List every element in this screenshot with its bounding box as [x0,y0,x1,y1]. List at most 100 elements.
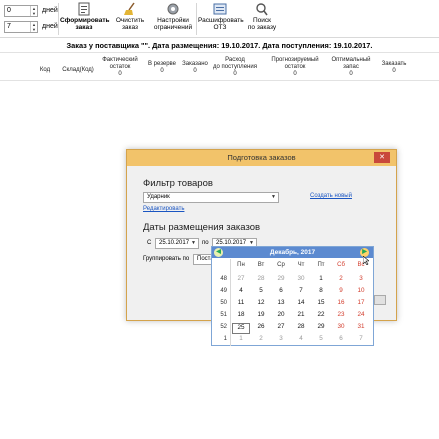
calendar-day[interactable]: 4 [232,287,250,298]
search-order-label-1: Поиск [252,17,271,24]
group-by-select[interactable]: Поста [193,254,214,265]
calendar-dow: Чт [297,262,305,268]
calendar-day[interactable]: 23 [332,311,350,322]
date-from-picker[interactable]: 25.10.2017 ▼ [155,238,199,249]
column-header-consumption[interactable]: Расход до поступления 0 [208,57,262,78]
calendar-day[interactable]: 24 [352,311,370,322]
toolbar-separator [58,3,59,35]
column-header-optimal-stock[interactable]: Оптимальный запас 0 [326,57,376,78]
prev-month-button[interactable]: ◀ [214,248,223,257]
calendar-day[interactable]: 26 [252,323,270,334]
column-header-actual-stock[interactable]: Фактический остаток 0 [95,57,145,78]
calendar-day[interactable]: 13 [272,299,290,310]
clear-order-label-1: Очистить [115,17,145,24]
days-spinner-1-unit: дней [42,7,58,14]
decode-icon [212,2,228,16]
days-spinner-2-value: 7 [7,23,11,30]
group-by-label: Группировать по [143,256,190,262]
calendar-day[interactable]: 27 [272,323,290,334]
calendar-day[interactable]: 7 [292,287,310,298]
calendar-day[interactable]: 28 [292,323,310,334]
restriction-settings-label-2: ограничений [153,24,193,31]
calendar-day[interactable]: 27 [232,275,250,286]
calendar-day[interactable]: 1 [232,335,250,346]
decode-otz-button[interactable]: Расшифровать ОТЗ [198,2,244,31]
column-header-code[interactable]: Код [34,67,56,74]
days-spinner-1-value: 0 [7,7,11,14]
calendar-day[interactable]: 16 [332,299,350,310]
calendar-month-title[interactable]: Декабрь, 2017 [270,249,315,256]
dates-heading: Даты размещения заказов [143,222,261,233]
calendar-day[interactable]: 6 [332,335,350,346]
calendar-day[interactable]: 9 [332,287,350,298]
calendar-dow: Ср [277,262,285,268]
calendar-day[interactable]: 5 [312,335,330,346]
decode-otz-label-1: Расшифровать [198,17,244,24]
calendar-day[interactable]: 12 [252,299,270,310]
calendar-day[interactable]: 6 [272,287,290,298]
calendar-day[interactable]: 25 [232,323,250,334]
calendar-day[interactable]: 11 [232,299,250,310]
form-order-label-1: Сформировать [60,17,110,24]
calendar-dow: Пн [237,262,245,268]
dialog-button-partial[interactable] [374,295,386,305]
calendar-day[interactable]: 8 [312,287,330,298]
spinner-arrows-icon[interactable]: ▲ ▼ [30,6,37,16]
week-number: 48 [220,276,227,282]
calendar-day[interactable]: 10 [352,287,370,298]
close-icon: ✕ [379,154,385,161]
calendar-day[interactable]: 29 [272,275,290,286]
create-new-link[interactable]: Создать новый [310,193,352,199]
calendar-day[interactable]: 28 [252,275,270,286]
calendar-day[interactable]: 7 [352,335,370,346]
column-header-forecast-stock[interactable]: Прогнозируемый остаток 0 [265,57,325,78]
calendar-day[interactable]: 3 [272,335,290,346]
calendar-day[interactable]: 4 [292,335,310,346]
calendar-day[interactable]: 5 [252,287,270,298]
form-order-button[interactable]: Сформировать заказ [60,2,110,31]
column-header-reserved[interactable]: В резерве 0 [143,61,181,75]
column-header-warehouse[interactable]: Склад(Код) [56,67,100,74]
date-from-value: 25.10.2017 [159,240,190,246]
calendar-day[interactable]: 2 [252,335,270,346]
calendar-day[interactable]: 30 [292,275,310,286]
search-order-button[interactable]: Поиск по заказу [245,2,279,31]
calendar-day[interactable]: 3 [352,275,370,286]
clear-order-button[interactable]: Очистить заказ [112,2,148,31]
calendar-day[interactable]: 22 [312,311,330,322]
calendar-day[interactable]: 31 [352,323,370,334]
calendar-day[interactable]: 14 [292,299,310,310]
calendar-dow: Пт [317,262,325,268]
form-order-label-2: заказ [75,24,93,31]
order-title: Заказ у поставщика "". Дата размещения: … [66,41,373,50]
calendar-day[interactable]: 29 [312,323,330,334]
week-number: 51 [220,312,227,318]
to-label: по [202,240,209,246]
calendar-day[interactable]: 17 [352,299,370,310]
calendar-day[interactable]: 18 [232,311,250,322]
calendar-day[interactable]: 21 [292,311,310,322]
chevron-down-icon: ▼ [271,194,276,200]
calendar-day[interactable]: 15 [312,299,330,310]
column-header-ordered[interactable]: Заказано 0 [180,61,210,75]
edit-link[interactable]: Редактировать [143,206,184,212]
week-number: 50 [220,300,227,306]
calendar-day[interactable]: 2 [332,275,350,286]
column-header-to-order[interactable]: Заказать 0 [378,61,410,75]
restriction-settings-button[interactable]: Настройки ограничений [152,2,194,31]
calendar-day[interactable]: 30 [332,323,350,334]
calendar-day[interactable]: 19 [252,311,270,322]
from-label: С [147,240,152,246]
calendar-day[interactable]: 20 [272,311,290,322]
search-order-label-2: по заказу [247,24,277,31]
week-number-divider [230,259,231,346]
filter-select[interactable]: Ударник ▼ [143,192,279,203]
dialog-titlebar[interactable]: Подготовка заказов ✕ [127,150,396,166]
week-number: 52 [220,324,227,330]
days-spinner-1[interactable]: 0 ▲ ▼ [4,5,38,17]
calendar-day[interactable]: 1 [312,275,330,286]
close-button[interactable]: ✕ [374,152,390,163]
spinner-arrows-icon[interactable]: ▲ ▼ [30,22,37,32]
mouse-cursor-icon [363,256,369,265]
days-spinner-2[interactable]: 7 ▲ ▼ [4,21,38,33]
